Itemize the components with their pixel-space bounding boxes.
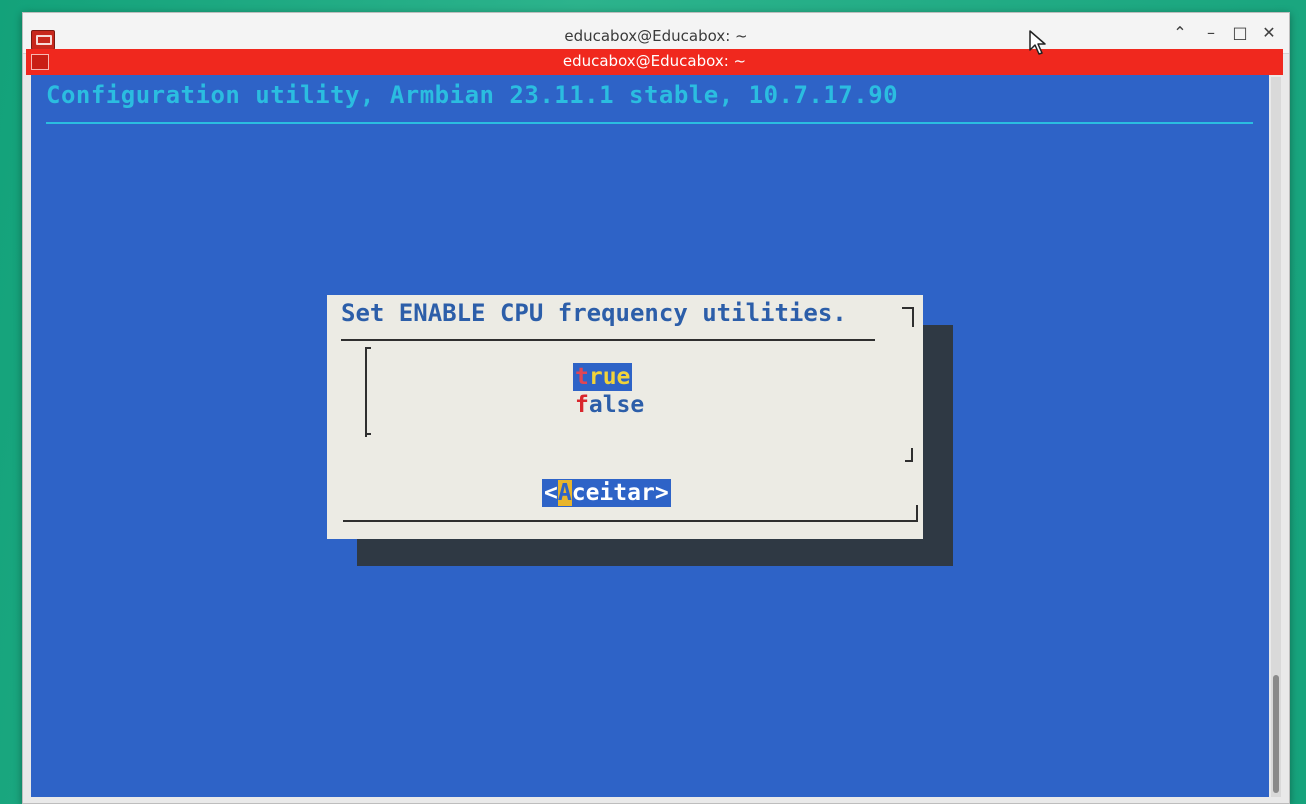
dialog-corner (902, 307, 914, 327)
mouse-pointer-icon (1029, 30, 1046, 55)
accept-button[interactable]: <Aceitar> (542, 479, 671, 507)
button-label: ceitar (571, 480, 655, 506)
minimize-button[interactable]: – (1199, 21, 1223, 45)
terminal-scrollbar[interactable] (1271, 77, 1281, 797)
scrollbar-thumb[interactable] (1273, 675, 1279, 793)
list-frame (365, 347, 371, 437)
shade-button[interactable]: ⌃ (1168, 21, 1192, 45)
list-frame-right (905, 448, 913, 462)
backtitle: Configuration utility, Armbian 23.11.1 s… (46, 81, 899, 109)
window-title: educabox@Educabox: ~ (564, 27, 748, 45)
terminal-window: educabox@Educabox: ~ ⌃ – □ ✕ educabox@Ed… (22, 12, 1290, 804)
option-true[interactable]: true (573, 363, 633, 391)
button-bracket-close: > (654, 480, 669, 506)
option-false[interactable]: false (573, 391, 646, 419)
terminal-area[interactable]: Configuration utility, Armbian 23.11.1 s… (31, 75, 1269, 797)
close-button[interactable]: ✕ (1257, 21, 1281, 45)
button-bracket-open: < (544, 480, 558, 506)
window-titlebar[interactable]: educabox@Educabox: ~ ⌃ – □ ✕ (23, 13, 1289, 54)
list-frame-bottom (365, 433, 371, 435)
option-hotkey: t (575, 364, 589, 390)
tab-title: educabox@Educabox: ~ (562, 52, 747, 70)
button-hotkey: A (557, 480, 572, 506)
maximize-button[interactable]: □ (1228, 21, 1252, 45)
dialog-title: Set ENABLE CPU frequency utilities. (341, 299, 847, 327)
terminal-tab-bar[interactable]: educabox@Educabox: ~ (26, 49, 1283, 75)
dialog-bottom-corner (916, 505, 918, 522)
dialog-top-rule (341, 339, 875, 341)
option-hotkey: f (575, 392, 589, 418)
backtitle-divider (46, 122, 1253, 124)
option-label: alse (588, 392, 645, 418)
radiolist-dialog: Set ENABLE CPU frequency utilities. true… (327, 295, 923, 539)
dialog-bottom-rule (343, 520, 917, 522)
option-label: rue (588, 364, 631, 390)
